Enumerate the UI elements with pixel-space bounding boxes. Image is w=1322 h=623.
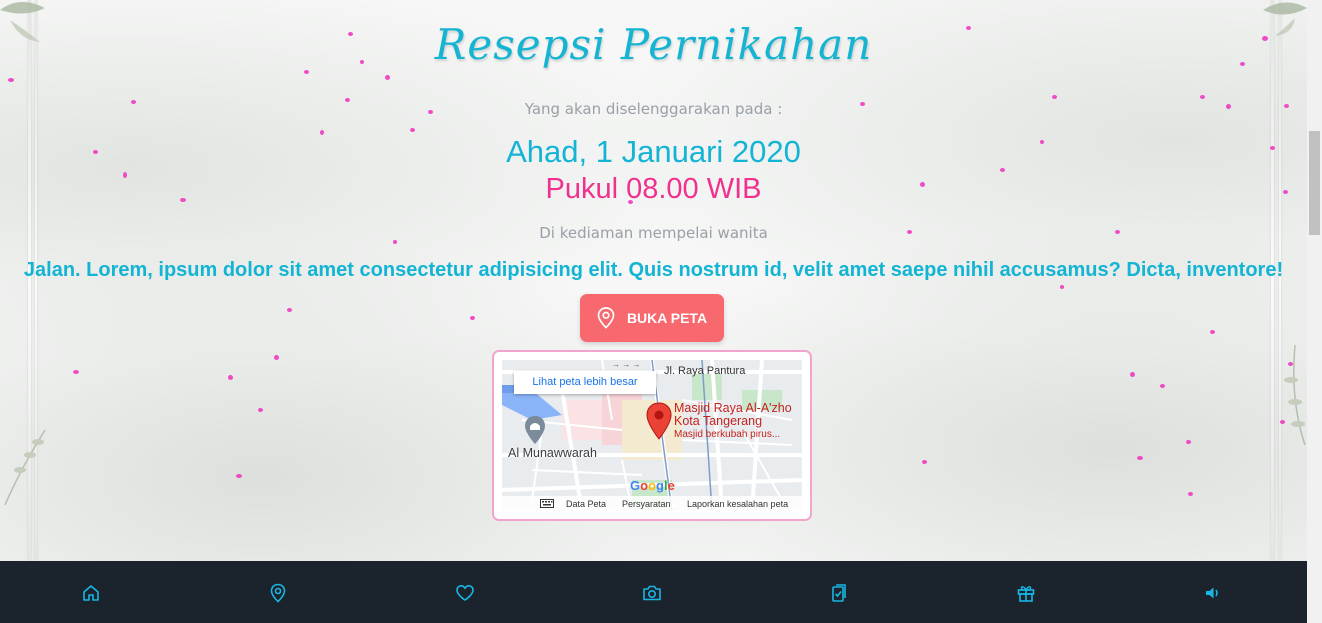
home-icon[interactable] [81,583,101,603]
location-pin-icon [597,307,615,329]
open-map-button-label: BUKA PETA [626,310,708,326]
map-embed-frame: → → → Lihat peta lebih besar Jl. Raya Pa… [492,350,812,521]
location-pin-icon[interactable] [268,583,288,603]
road-label: Jl. Raya Pantura [664,365,746,377]
place-description: Masjid berkubah pirus... [674,429,781,440]
map-report-link[interactable]: Laporkan kesalahan peta [687,499,788,509]
poi-label: Al Munawwarah [508,446,597,460]
poi-mosque-icon [525,416,545,444]
google-logo: Google [630,478,675,493]
gift-icon[interactable] [1016,583,1036,603]
page-scrollbar[interactable] [1307,0,1322,623]
event-date: Ahad, 1 Januari 2020 [506,134,801,169]
google-map[interactable]: → → → Lihat peta lebih besar Jl. Raya Pa… [502,360,802,511]
svg-text:→ → →: → → → [612,360,640,369]
open-map-button[interactable]: BUKA PETA [580,294,724,342]
map-marker-icon [646,402,672,440]
volume-icon[interactable] [1203,583,1223,603]
camera-icon[interactable] [642,583,662,603]
view-larger-map-link[interactable]: Lihat peta lebih besar [514,371,656,394]
place-name-line2: Kota Tangerang [674,414,763,428]
left-branch-decoration [4,429,46,506]
event-time: Pukul 08.00 WIB [545,173,762,205]
bottom-navigation-bar [0,561,1307,623]
invitation-section: Resepsi Pernikahan Yang akan diselenggar… [0,0,1307,561]
section-title: Resepsi Pernikahan [434,20,873,69]
event-address: Jalan. Lorem, ipsum dolor sit amet conse… [23,259,1284,281]
location-note: Di kediaman mempelai wanita [539,224,768,242]
intro-text: Yang akan diselenggarakan pada : [524,100,783,118]
right-branch-decoration [1284,344,1306,446]
heart-icon[interactable] [455,583,475,603]
map-terms-link[interactable]: Persyaratan [622,499,671,509]
clipboard-check-icon[interactable] [829,583,849,603]
scrollbar-thumb[interactable] [1309,131,1320,235]
map-data-link[interactable]: Data Peta [566,499,606,509]
keyboard-icon[interactable] [540,499,554,508]
